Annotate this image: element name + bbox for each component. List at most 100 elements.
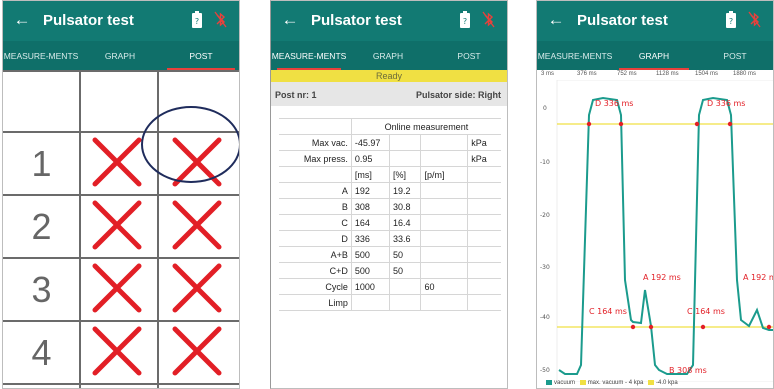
pulsation-graph[interactable]: 0 -10 -20 -30 -40 -50 D 336 ms D 336 ms … bbox=[537, 80, 774, 382]
battery-icon: ? bbox=[726, 11, 736, 28]
tab-post[interactable]: POST bbox=[695, 41, 773, 70]
table-cell: [%] bbox=[388, 166, 422, 183]
row-label: A bbox=[279, 182, 352, 199]
table-cell bbox=[420, 246, 469, 263]
table-cell: -45.97 bbox=[350, 134, 390, 151]
marker-point bbox=[648, 324, 654, 330]
tab-bar: MEASURE-MENTS GRAPH POST bbox=[3, 41, 239, 70]
x-cross-icon[interactable] bbox=[91, 325, 143, 377]
row-label: Cycle bbox=[279, 278, 352, 295]
legend-swatch bbox=[579, 380, 586, 385]
x-cross-icon[interactable] bbox=[91, 136, 143, 188]
table-cell: 16.4 bbox=[388, 214, 422, 231]
x-cross-icon[interactable] bbox=[171, 325, 223, 377]
table-cell bbox=[467, 182, 501, 199]
table-row: Max press. 0.95 kPa bbox=[279, 150, 501, 167]
table-cell: [p/m] bbox=[420, 166, 469, 183]
back-arrow-icon[interactable]: ← bbox=[281, 10, 299, 30]
measurement-table: Online measurement Max vac. -45.97 kPa Max … bbox=[279, 118, 501, 311]
tab-measurements[interactable]: MEASURE-MENTS bbox=[3, 41, 79, 70]
post-grid: 1 2 3 4 bbox=[3, 70, 239, 388]
legend-label: max. vacuum - 4 kpa bbox=[587, 380, 644, 387]
table-cell: 336 bbox=[350, 230, 390, 247]
table-cell: 192 bbox=[350, 182, 390, 199]
row-label bbox=[279, 166, 352, 183]
svg-text:?: ? bbox=[729, 17, 733, 26]
y-tick-label: -30 bbox=[540, 264, 550, 271]
back-arrow-icon[interactable]: ← bbox=[13, 10, 31, 30]
x-cross-icon[interactable] bbox=[171, 262, 223, 314]
table-cell: 60 bbox=[420, 278, 469, 295]
annotation-a: A 192 ms bbox=[643, 273, 681, 282]
row-label: Max vac. bbox=[279, 134, 352, 151]
tab-measurements[interactable]: MEASURE-MENTS bbox=[537, 41, 613, 70]
y-tick-label: -10 bbox=[540, 159, 550, 166]
app-title: Pulsator test bbox=[577, 12, 668, 29]
measurement-rows: Max vac. -45.97 kPa Max press. 0.95 kPa [ms] [%… bbox=[279, 134, 501, 311]
tab-post[interactable]: POST bbox=[429, 41, 507, 70]
x-tick-label: 3 ms bbox=[541, 71, 555, 77]
back-arrow-icon[interactable]: ← bbox=[547, 10, 565, 30]
table-cell: 0.95 bbox=[350, 150, 390, 167]
x-cross-icon[interactable] bbox=[91, 262, 143, 314]
annotation-a: A 192 ms bbox=[743, 273, 774, 282]
annotation-d: D 336 ms bbox=[707, 99, 745, 108]
tab-post[interactable]: POST bbox=[161, 41, 239, 70]
table-cell bbox=[420, 198, 469, 215]
table-cell bbox=[467, 262, 501, 279]
legend-swatch bbox=[546, 380, 552, 385]
y-tick-label: 0 bbox=[543, 105, 547, 112]
row-label: C+D bbox=[279, 262, 352, 279]
table-cell: 1000 bbox=[350, 278, 390, 295]
x-cross-icon[interactable] bbox=[171, 199, 223, 251]
row-label: B bbox=[279, 198, 352, 215]
table-cell bbox=[467, 230, 501, 247]
annotation-c: C 164 ms bbox=[687, 307, 725, 316]
grid-line bbox=[3, 70, 239, 72]
bluetooth-disabled-icon[interactable] bbox=[214, 10, 227, 29]
y-tick-label: -20 bbox=[540, 212, 550, 219]
table-row: Max vac. -45.97 kPa bbox=[279, 134, 501, 151]
post-number: 1 bbox=[31, 143, 52, 184]
table-row: Cycle 1000 60 bbox=[279, 278, 501, 295]
battery-icon: ? bbox=[460, 11, 470, 28]
x-tick-label: 752 ms bbox=[617, 71, 637, 77]
tab-graph[interactable]: GRAPH bbox=[79, 41, 161, 70]
table-cell: 164 bbox=[350, 214, 390, 231]
table-cell bbox=[388, 278, 422, 295]
tab-bar: MEASURE-MENTS GRAPH POST bbox=[537, 41, 773, 70]
table-cell bbox=[420, 262, 469, 279]
table-cell bbox=[467, 294, 501, 311]
table-cell: [ms] bbox=[350, 166, 390, 183]
legend-label: vacuum bbox=[554, 380, 576, 387]
marker-point bbox=[694, 121, 700, 127]
table-cell bbox=[350, 294, 390, 311]
x-tick-label: 1880 ms bbox=[733, 71, 757, 77]
bluetooth-disabled-icon[interactable] bbox=[482, 10, 495, 29]
highlight-ellipse bbox=[141, 106, 239, 183]
app-bar: ← Pulsator test ? bbox=[537, 1, 773, 41]
marker-point bbox=[630, 324, 636, 330]
tab-graph[interactable]: GRAPH bbox=[613, 41, 695, 70]
app-title: Pulsator test bbox=[311, 12, 402, 29]
tab-graph[interactable]: GRAPH bbox=[347, 41, 429, 70]
row-label: Limp bbox=[279, 294, 352, 311]
table-cell bbox=[388, 134, 422, 151]
legend-label: -4.0 kpa bbox=[656, 380, 678, 387]
row-label: A+B bbox=[279, 246, 352, 263]
table-cell bbox=[279, 118, 352, 135]
row-label: C bbox=[279, 214, 352, 231]
x-cross-icon[interactable] bbox=[91, 199, 143, 251]
table-cell bbox=[467, 214, 501, 231]
table-cell: 30.8 bbox=[388, 198, 422, 215]
table-cell: kPa bbox=[467, 150, 501, 167]
pulsator-side-label: Pulsator side: Right bbox=[415, 90, 501, 100]
marker-point bbox=[700, 324, 706, 330]
app-bar: ← Pulsator test ? bbox=[3, 1, 239, 41]
tab-bar: MEASURE-MENTS GRAPH POST bbox=[271, 41, 507, 70]
table-cell bbox=[388, 294, 422, 311]
marker-point bbox=[766, 324, 772, 330]
svg-text:?: ? bbox=[195, 17, 199, 26]
bluetooth-disabled-icon[interactable] bbox=[748, 10, 761, 29]
tab-measurements[interactable]: MEASURE-MENTS bbox=[271, 41, 347, 70]
